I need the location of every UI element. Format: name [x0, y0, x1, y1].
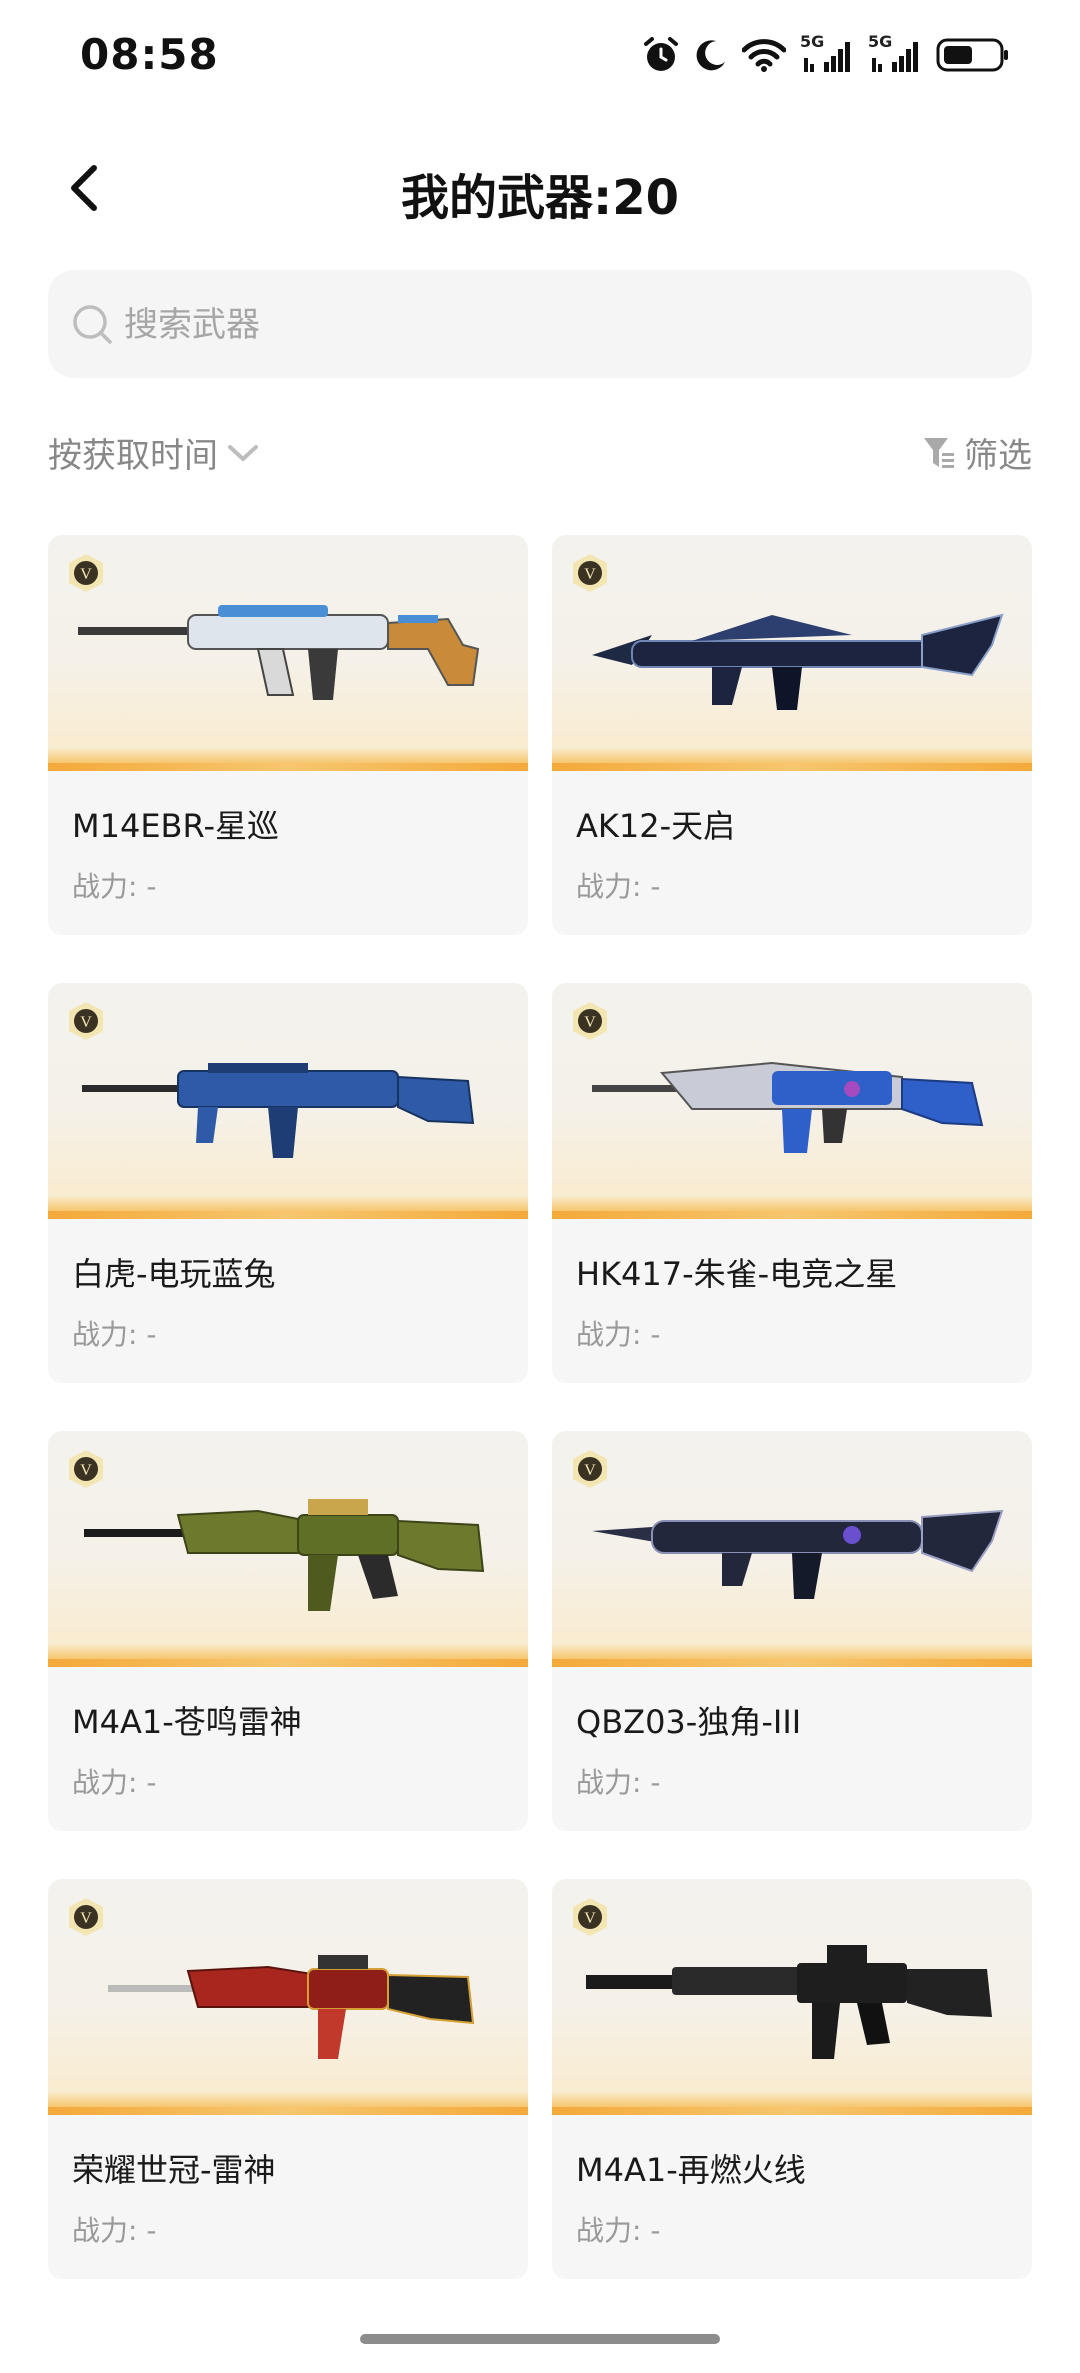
weapon-power: 战力: -	[576, 870, 661, 903]
weapon-image-area: V	[552, 1431, 1032, 1667]
weapon-name: M4A1-再燃火线	[576, 2151, 806, 2189]
weapon-image-area: V	[48, 1879, 528, 2115]
weapon-name: AK12-天启	[576, 807, 736, 845]
weapon-card[interactable]: V HK417-朱雀-电竞之星 战力: -	[552, 983, 1032, 1383]
weapon-card[interactable]: V M14EBR-星巡 战力: -	[48, 535, 528, 935]
filter-icon	[924, 437, 954, 468]
weapon-power: 战力: -	[72, 1766, 157, 1799]
page-header: 我的武器:20	[0, 140, 1080, 240]
weapon-name: M14EBR-星巡	[72, 807, 279, 845]
weapon-card[interactable]: V M4A1-再燃火线 战力: -	[552, 1879, 1032, 2279]
weapon-power: 战力: -	[576, 2214, 661, 2247]
weapon-image	[108, 1955, 475, 2059]
weapon-power: 战力: -	[72, 870, 157, 903]
page-title: 我的武器:20	[401, 170, 679, 226]
sort-label: 按获取时间	[48, 436, 218, 476]
filter-label: 筛选	[964, 436, 1032, 476]
weapon-card[interactable]: V 白虎-电玩蓝兔 战力: -	[48, 983, 528, 1383]
chevron-down-icon	[228, 444, 258, 461]
weapon-name: HK417-朱雀-电竞之星	[576, 1255, 898, 1293]
weapon-card[interactable]: V QBZ03-独角-III 战力: -	[552, 1431, 1032, 1831]
weapon-card[interactable]: V AK12-天启 战力: -	[552, 535, 1032, 935]
weapon-image-area: V	[552, 1879, 1032, 2115]
weapon-image-area: V	[48, 535, 528, 771]
weapon-name: 白虎-电玩蓝兔	[72, 1255, 276, 1293]
signal-icon: 5G	[800, 32, 854, 74]
battery-icon	[936, 38, 1008, 72]
home-indicator[interactable]	[360, 2334, 720, 2344]
weapon-image	[82, 1063, 475, 1158]
weapon-image	[78, 605, 480, 700]
wifi-icon	[742, 39, 786, 72]
weapon-power: 战力: -	[576, 1766, 661, 1799]
weapon-power: 战力: -	[72, 2214, 157, 2247]
weapon-grid: V M14EBR-星巡 战力: - V AK12-天启 战力: - V 白虎-电…	[48, 535, 1032, 2279]
weapon-image	[592, 1509, 1004, 1599]
weapon-image-area: V	[552, 983, 1032, 1219]
weapon-image	[586, 1945, 992, 2059]
weapon-card[interactable]: V M4A1-苍鸣雷神 战力: -	[48, 1431, 528, 1831]
status-bar: 08:58 5G 5G	[0, 0, 1080, 120]
weapon-image	[592, 613, 1004, 710]
weapon-image-area: V	[552, 535, 1032, 771]
search-input[interactable]	[122, 296, 986, 354]
weapon-name: QBZ03-独角-III	[576, 1703, 802, 1741]
weapon-card[interactable]: V 荣耀世冠-雷神 战力: -	[48, 1879, 528, 2279]
status-time: 08:58	[80, 30, 219, 79]
search-icon	[73, 305, 112, 344]
filter-button[interactable]: 筛选	[922, 428, 1032, 477]
moon-icon	[696, 40, 725, 71]
alarm-icon	[644, 37, 678, 71]
signal-icon-2: 5G	[868, 32, 922, 74]
weapon-image	[592, 1061, 984, 1153]
weapon-image	[84, 1499, 485, 1611]
network-type-label-2: 5G	[868, 32, 893, 51]
weapon-power: 战力: -	[72, 1318, 157, 1351]
weapon-image-area: V	[48, 983, 528, 1219]
search-bar[interactable]	[48, 270, 1032, 378]
weapon-image-area: V	[48, 1431, 528, 1667]
weapon-name: M4A1-苍鸣雷神	[72, 1703, 302, 1741]
weapon-name: 荣耀世冠-雷神	[72, 2151, 276, 2189]
weapon-power: 战力: -	[576, 1318, 661, 1351]
sort-dropdown[interactable]: 按获取时间	[48, 428, 260, 477]
network-type-label: 5G	[800, 32, 825, 51]
status-icons: 5G 5G	[642, 32, 1010, 74]
